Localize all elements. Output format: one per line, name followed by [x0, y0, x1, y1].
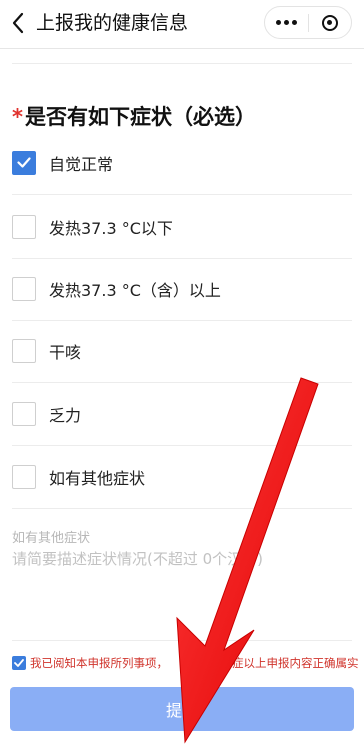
agreement-row[interactable]: 我已阅知本申报所列事项， 症以上申报内容正确属实 [12, 654, 362, 672]
other-symptoms-label: 如有其他症状 [12, 531, 91, 546]
back-button[interactable] [6, 9, 30, 37]
option-label: 乏力 [49, 405, 82, 425]
required-mark: * [12, 105, 23, 129]
checkbox-checked[interactable] [12, 150, 36, 175]
question-title: *是否有如下症状（必选） [12, 103, 256, 131]
check-icon [17, 157, 31, 168]
option-dry-cough[interactable]: 干咳 [12, 319, 352, 383]
submit-button[interactable]: 提交 [10, 687, 354, 731]
option-label: 发热37.3 °C以下 [49, 218, 173, 238]
option-normal[interactable]: 自觉正常 [12, 131, 352, 195]
other-symptoms-input[interactable]: 请简要描述症状情况(不超过 0个汉字) [12, 548, 352, 628]
checkbox[interactable] [12, 464, 36, 489]
page-title: 上报我的健康信息 [36, 12, 189, 34]
option-label: 干咳 [49, 342, 82, 362]
divider [12, 640, 352, 641]
option-label: 自觉正常 [49, 154, 114, 174]
more-button[interactable] [265, 7, 308, 38]
submit-label: 提交 [165, 701, 198, 720]
option-other-symptoms[interactable]: 如有其他症状 [12, 445, 352, 509]
option-fever-below[interactable]: 发热37.3 °C以下 [12, 195, 352, 259]
checkbox[interactable] [12, 338, 36, 363]
option-fever-above[interactable]: 发热37.3 °C（含）以上 [12, 257, 352, 321]
target-icon [321, 14, 338, 31]
agreement-text-end: 症以上申报内容正确属实 [232, 656, 359, 670]
agreement-checkbox[interactable] [12, 656, 26, 670]
divider [12, 63, 352, 64]
question-text: 是否有如下症状（必选） [24, 105, 256, 129]
option-label: 发热37.3 °C（含）以上 [49, 280, 221, 300]
agreement-text-start: 我已阅知本申报所列事项， [30, 656, 168, 670]
more-dots-icon [275, 20, 297, 25]
mini-program-capsule [264, 6, 352, 39]
agreement-text: 我已阅知本申报所列事项， 症以上申报内容正确属实 [30, 655, 359, 671]
option-label: 如有其他症状 [49, 468, 146, 488]
chevron-left-icon [12, 12, 24, 34]
option-fatigue[interactable]: 乏力 [12, 382, 352, 446]
close-button[interactable] [308, 7, 351, 38]
checkbox[interactable] [12, 401, 36, 426]
checkbox[interactable] [12, 214, 36, 239]
check-icon [14, 659, 24, 667]
navigation-bar: 上报我的健康信息 [0, 0, 364, 49]
checkbox[interactable] [12, 276, 36, 301]
